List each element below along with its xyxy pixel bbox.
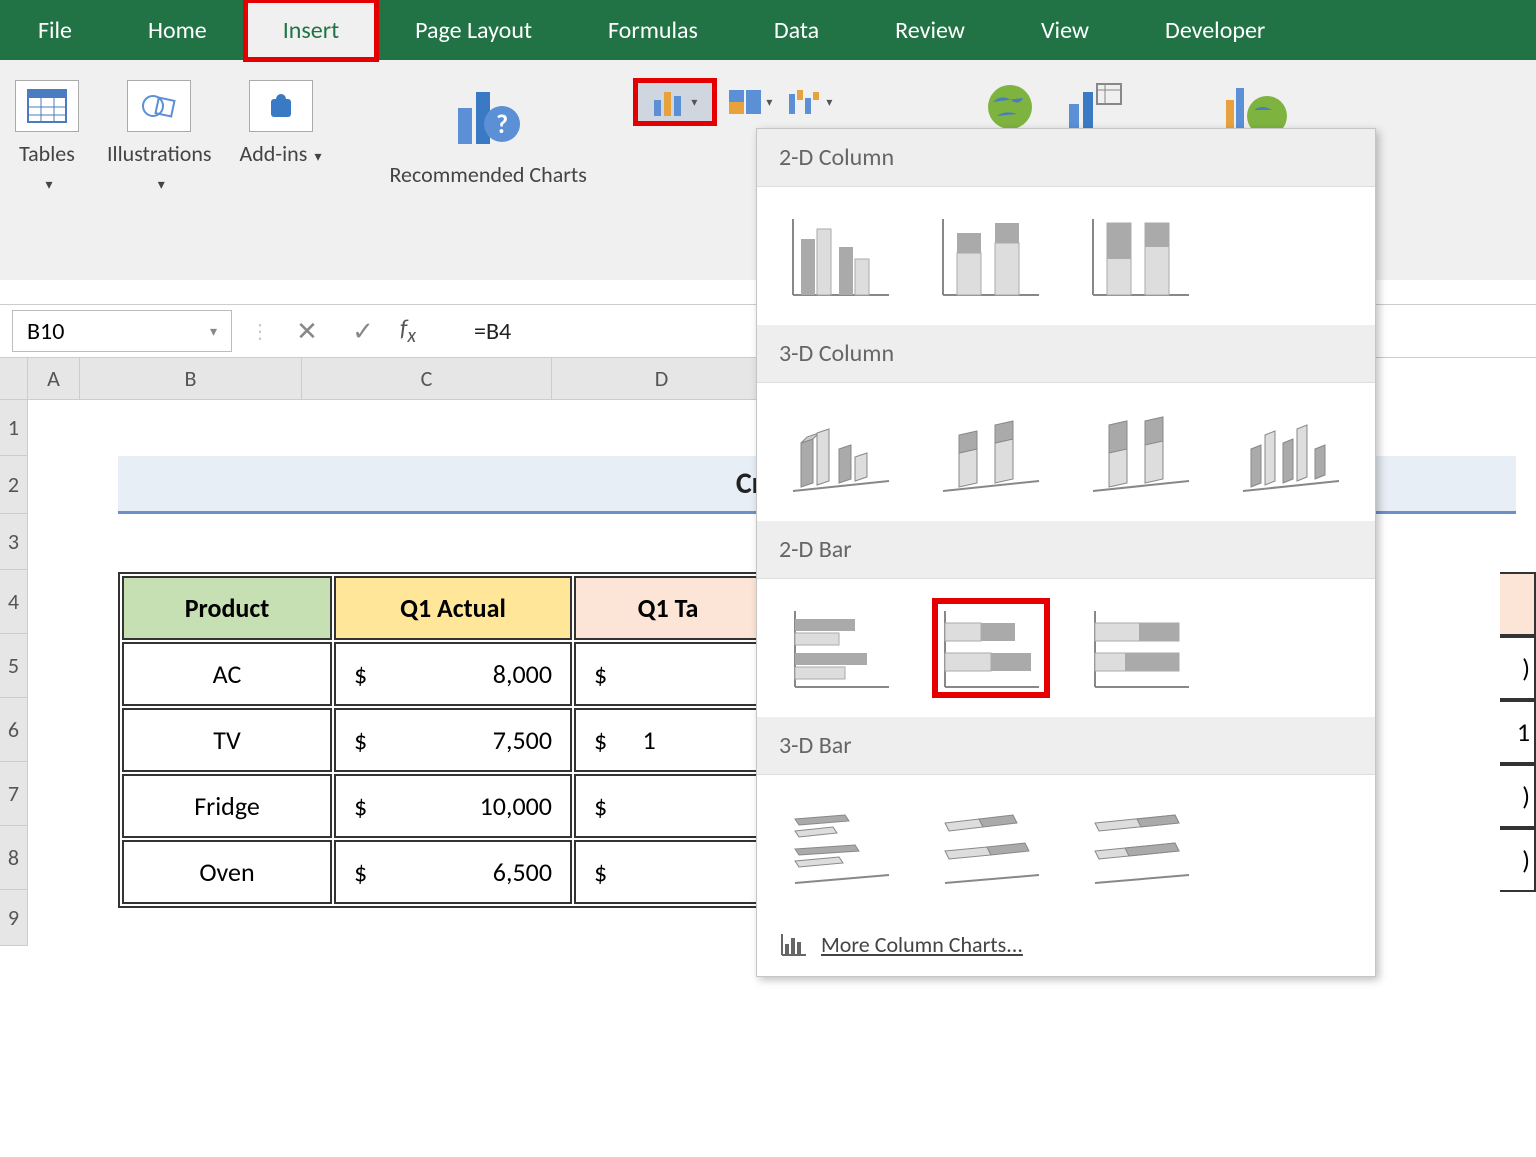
bar-chart-icon	[779, 932, 807, 958]
tab-data[interactable]: Data	[736, 0, 857, 60]
chart-stacked-bar[interactable]	[935, 601, 1047, 695]
tables-icon	[15, 80, 79, 132]
tab-formulas[interactable]: Formulas	[570, 0, 736, 60]
tab-insert[interactable]: Insert	[245, 0, 377, 60]
col-header-A[interactable]: A	[28, 358, 80, 400]
section-2d-bar: 2-D Bar	[757, 521, 1375, 579]
tab-review[interactable]: Review	[857, 0, 1003, 60]
more-column-charts[interactable]: More Column Charts...	[757, 913, 1375, 976]
col-header-D[interactable]: D	[552, 358, 772, 400]
svg-text:?: ?	[496, 108, 508, 140]
insert-column-chart-button[interactable]: ▾	[635, 80, 715, 124]
chart-3d-column[interactable]	[1235, 405, 1347, 499]
chevron-down-icon: ▾	[691, 95, 697, 110]
chart-type-dropdown: 2-D Column 3-D Column 2-D Bar	[756, 128, 1376, 977]
group-illustrations[interactable]: Illustrations▾	[107, 80, 212, 195]
more-charts-label: More Column Charts...	[821, 931, 1023, 958]
insert-hierarchy-chart-button[interactable]: ▾	[725, 86, 775, 118]
tab-page-layout[interactable]: Page Layout	[377, 0, 570, 60]
row-header-7[interactable]: 7	[0, 762, 28, 826]
tab-developer[interactable]: Developer	[1127, 0, 1303, 60]
table-row[interactable]: TV $7,500 $ 1	[122, 708, 762, 772]
enter-formula-button[interactable]: ✓	[344, 312, 382, 350]
chart-stacked-column[interactable]	[935, 209, 1047, 303]
section-2d-column: 2-D Column	[757, 129, 1375, 187]
tab-view[interactable]: View	[1003, 0, 1127, 60]
row-header-1[interactable]: 1	[0, 400, 28, 456]
header-q1-target[interactable]: Q1 Ta	[574, 576, 762, 640]
fx-icon[interactable]: fx	[400, 314, 416, 348]
section-3d-column: 3-D Column	[757, 325, 1375, 383]
row-header-8[interactable]: 8	[0, 826, 28, 890]
table-row[interactable]: AC $8,000 $	[122, 642, 762, 706]
formula-input[interactable]: =B4	[474, 317, 511, 346]
group-recommended-charts[interactable]: ? Recommended Charts	[390, 80, 587, 189]
col-header-C[interactable]: C	[302, 358, 552, 400]
row-header-9[interactable]: 9	[0, 890, 28, 946]
illustrations-label: Illustrations▾	[107, 140, 212, 195]
illustrations-icon	[127, 80, 191, 132]
select-all-corner[interactable]	[0, 358, 28, 400]
cancel-formula-button[interactable]: ✕	[288, 312, 326, 350]
row-header-5[interactable]: 5	[0, 634, 28, 698]
partial-column: ) 1 ) )	[1500, 572, 1536, 892]
group-addins[interactable]: Add-ins ▾	[240, 80, 322, 168]
data-table: Product Q1 Actual Q1 Ta AC $8,000 $ TV $…	[118, 572, 766, 908]
section-3d-bar: 3-D Bar	[757, 717, 1375, 775]
row-header-2[interactable]: 2	[0, 456, 28, 514]
chart-100-stacked-bar[interactable]	[1085, 601, 1197, 695]
tab-file[interactable]: File	[0, 0, 110, 60]
chart-3d-100-stacked-column[interactable]	[1085, 405, 1197, 499]
chart-3d-stacked-bar[interactable]	[935, 797, 1047, 891]
addins-label: Add-ins ▾	[240, 140, 322, 168]
row-header-6[interactable]: 6	[0, 698, 28, 762]
insert-waterfall-chart-button[interactable]: ▾	[785, 86, 835, 118]
recommended-charts-label: Recommended Charts	[390, 161, 587, 189]
row-header-4[interactable]: 4	[0, 570, 28, 634]
header-product[interactable]: Product	[122, 576, 332, 640]
chart-clustered-bar[interactable]	[785, 601, 897, 695]
group-tables[interactable]: Tables▾	[15, 80, 79, 195]
header-q1-actual[interactable]: Q1 Actual	[334, 576, 572, 640]
chart-3d-clustered-bar[interactable]	[785, 797, 897, 891]
tables-label: Tables▾	[19, 140, 75, 195]
chart-clustered-column[interactable]	[785, 209, 897, 303]
chart-3d-100-stacked-bar[interactable]	[1085, 797, 1197, 891]
table-row[interactable]: Oven $6,500 $	[122, 840, 762, 904]
chevron-down-icon: ▾	[210, 323, 217, 340]
recommended-charts-icon: ?	[452, 80, 524, 153]
chart-100-stacked-column[interactable]	[1085, 209, 1197, 303]
col-header-B[interactable]: B	[80, 358, 302, 400]
table-row[interactable]: Fridge $10,000 $	[122, 774, 762, 838]
chart-3d-stacked-column[interactable]	[935, 405, 1047, 499]
row-header-3[interactable]: 3	[0, 514, 28, 570]
ribbon-tabs: File Home Insert Page Layout Formulas Da…	[0, 0, 1536, 60]
chart-3d-clustered-column[interactable]	[785, 405, 897, 499]
name-box[interactable]: B10 ▾	[12, 310, 232, 352]
addins-icon	[249, 80, 313, 132]
tab-home[interactable]: Home	[110, 0, 245, 60]
